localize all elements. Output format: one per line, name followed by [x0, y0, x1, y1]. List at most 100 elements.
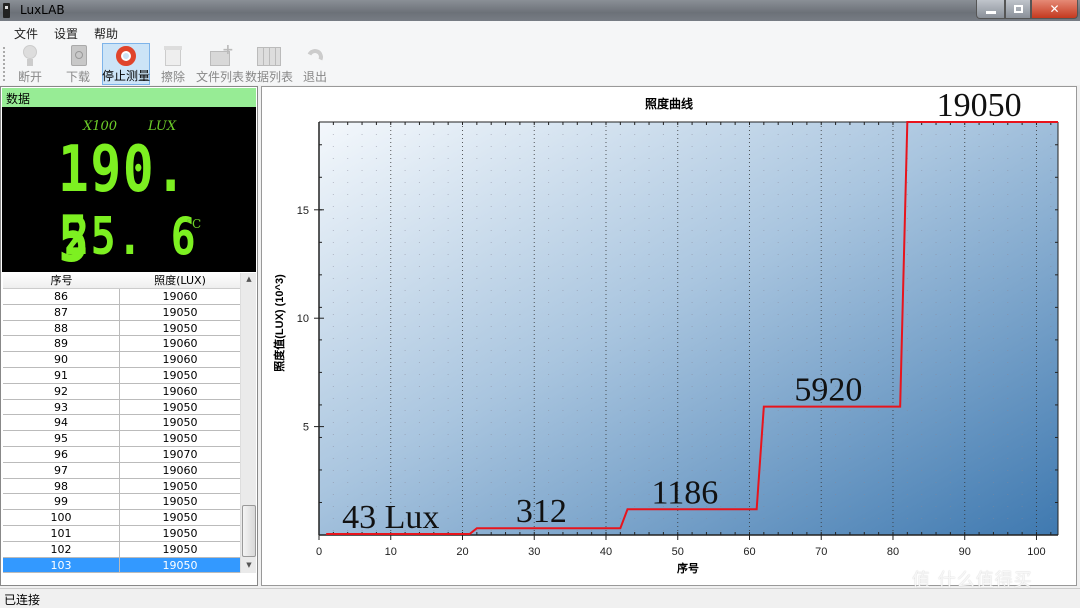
- table-body: 86 19060 87 19050 88 19050 89 19060 90 19060 91 190…: [3, 289, 240, 574]
- column-header-lux[interactable]: 照度(LUX): [120, 273, 240, 288]
- lifebuoy-icon: [114, 46, 138, 66]
- toolbar: 断开 下载 停止测量 擦除 + 文件列表 数据列表 退出: [0, 43, 1080, 85]
- multiplier-label: X100: [83, 119, 118, 134]
- table-row[interactable]: 99 19050: [3, 494, 240, 511]
- window-title: LuxLAB: [20, 3, 65, 17]
- disconnect-button[interactable]: 断开: [13, 43, 47, 85]
- table-row[interactable]: 100 19050: [3, 510, 240, 526]
- data-panel: 数据 X100 LUX 190. 5 25. 6 °C 序号 照度(LUX) 8…: [0, 86, 258, 586]
- cell-lux: 19050: [162, 479, 198, 493]
- lcd-display: X100 LUX 190. 5 25. 6 °C: [2, 107, 256, 275]
- cell-lux: 19060: [162, 353, 198, 367]
- cell-lux: 19050: [162, 542, 198, 556]
- x-tick-label: 50: [672, 546, 684, 558]
- table-row[interactable]: 98 19050: [3, 478, 240, 495]
- y-tick-label: 10: [297, 313, 309, 325]
- plot-area: [319, 122, 1058, 535]
- x-tick-label: 40: [600, 546, 612, 558]
- table-row[interactable]: 89 19060: [3, 336, 240, 353]
- cell-index: 98: [3, 478, 120, 494]
- table-row[interactable]: 87 19050: [3, 304, 240, 321]
- cell-index: 89: [3, 336, 120, 352]
- cell-lux: 19050: [162, 400, 198, 414]
- cell-lux: 19050: [162, 558, 198, 572]
- scroll-thumb[interactable]: [242, 505, 256, 557]
- exit-button[interactable]: 退出: [300, 43, 330, 85]
- data-annotation: 1186: [652, 474, 719, 511]
- table-row[interactable]: 103 19050: [3, 557, 240, 574]
- table-row[interactable]: 93 19050: [3, 399, 240, 416]
- y-tick-label: 15: [297, 205, 309, 217]
- cell-lux: 19050: [162, 526, 198, 540]
- data-table: 序号 照度(LUX) 86 19060 87 19050 88 19050 89 19060 9…: [3, 273, 240, 574]
- title-bar: LuxLAB ✕: [0, 0, 1080, 21]
- x-tick-label: 70: [815, 546, 827, 558]
- minimize-icon: [985, 10, 996, 14]
- menu-settings[interactable]: 设置: [54, 25, 78, 42]
- cell-lux: 19060: [162, 290, 198, 303]
- table-header: 序号 照度(LUX): [3, 273, 240, 289]
- restore-icon: [1013, 5, 1023, 13]
- menu-help[interactable]: 帮助: [94, 25, 118, 42]
- table-row[interactable]: 94 19050: [3, 415, 240, 432]
- table-scrollbar[interactable]: ▲ ▼: [240, 273, 256, 573]
- table-row[interactable]: 101 19050: [3, 525, 240, 542]
- table-row[interactable]: 91 19050: [3, 367, 240, 384]
- chart-title: 照度曲线: [645, 96, 693, 111]
- table-row[interactable]: 96 19070: [3, 446, 240, 463]
- x-tick-label: 10: [385, 546, 397, 558]
- cell-index: 90: [3, 352, 120, 367]
- column-header-index[interactable]: 序号: [3, 273, 120, 288]
- y-tick-label: 5: [303, 422, 309, 434]
- file-list-button[interactable]: + 文件列表: [196, 43, 244, 85]
- chart-panel: 照度曲线 0 10 20 30 40 50 60 70 80 90 100 5 10 15 43 Lux 3…: [261, 86, 1077, 586]
- data-annotation: 43 Lux: [342, 499, 439, 536]
- data-annotation: 312: [516, 493, 567, 530]
- erase-button[interactable]: 擦除: [158, 43, 188, 85]
- x-axis-label: 序号: [677, 561, 699, 575]
- cell-index: 91: [3, 367, 120, 383]
- scroll-down-icon[interactable]: ▼: [241, 561, 257, 569]
- table-row[interactable]: 95 19050: [3, 431, 240, 447]
- data-panel-header: 数据: [2, 88, 256, 107]
- table-row[interactable]: 90 19060: [3, 352, 240, 368]
- cell-lux: 19060: [162, 384, 198, 398]
- cell-index: 88: [3, 320, 120, 336]
- cell-lux: 19050: [162, 432, 198, 446]
- data-annotation: 19050: [937, 87, 1022, 124]
- bulb-icon: [18, 45, 42, 67]
- close-button[interactable]: ✕: [1031, 0, 1078, 19]
- x-tick-label: 0: [316, 546, 322, 558]
- stop-measure-button[interactable]: 停止测量: [102, 43, 150, 85]
- cell-index: 99: [3, 494, 120, 510]
- cell-lux: 19050: [162, 511, 198, 525]
- connection-status: 已连接: [4, 593, 41, 607]
- data-grid-icon: [257, 45, 281, 67]
- restore-button[interactable]: [1005, 0, 1031, 19]
- cell-lux: 19050: [162, 416, 198, 430]
- cell-index: 87: [3, 304, 120, 320]
- table-row[interactable]: 88 19050: [3, 320, 240, 337]
- folder-add-icon: +: [208, 43, 234, 67]
- minimize-button[interactable]: [976, 0, 1005, 19]
- illuminance-chart: 照度曲线 0 10 20 30 40 50 60 70 80 90 100 5 10 15 43 Lux 3…: [272, 87, 1059, 575]
- table-row[interactable]: 97 19060: [3, 462, 240, 479]
- table-row[interactable]: 102 19050: [3, 541, 240, 558]
- x-tick-label: 30: [528, 546, 540, 558]
- table-row[interactable]: 86 19060: [3, 289, 240, 305]
- temperature-unit: °C: [186, 217, 202, 231]
- cell-index: 94: [3, 415, 120, 431]
- scroll-up-icon[interactable]: ▲: [241, 275, 257, 283]
- unit-label: LUX: [148, 119, 177, 134]
- data-list-button[interactable]: 数据列表: [245, 43, 293, 85]
- table-row[interactable]: 92 19060: [3, 383, 240, 400]
- menu-file[interactable]: 文件: [14, 25, 38, 42]
- cell-index: 96: [3, 446, 120, 462]
- download-button[interactable]: 下载: [62, 43, 94, 85]
- cell-lux: 19060: [162, 463, 198, 477]
- toolbar-grip[interactable]: [3, 47, 5, 81]
- cell-lux: 19050: [162, 321, 198, 335]
- close-icon: ✕: [1049, 2, 1060, 16]
- cell-index: 101: [3, 525, 120, 541]
- y-axis-label: 照度值(LUX) (10^3): [272, 274, 286, 372]
